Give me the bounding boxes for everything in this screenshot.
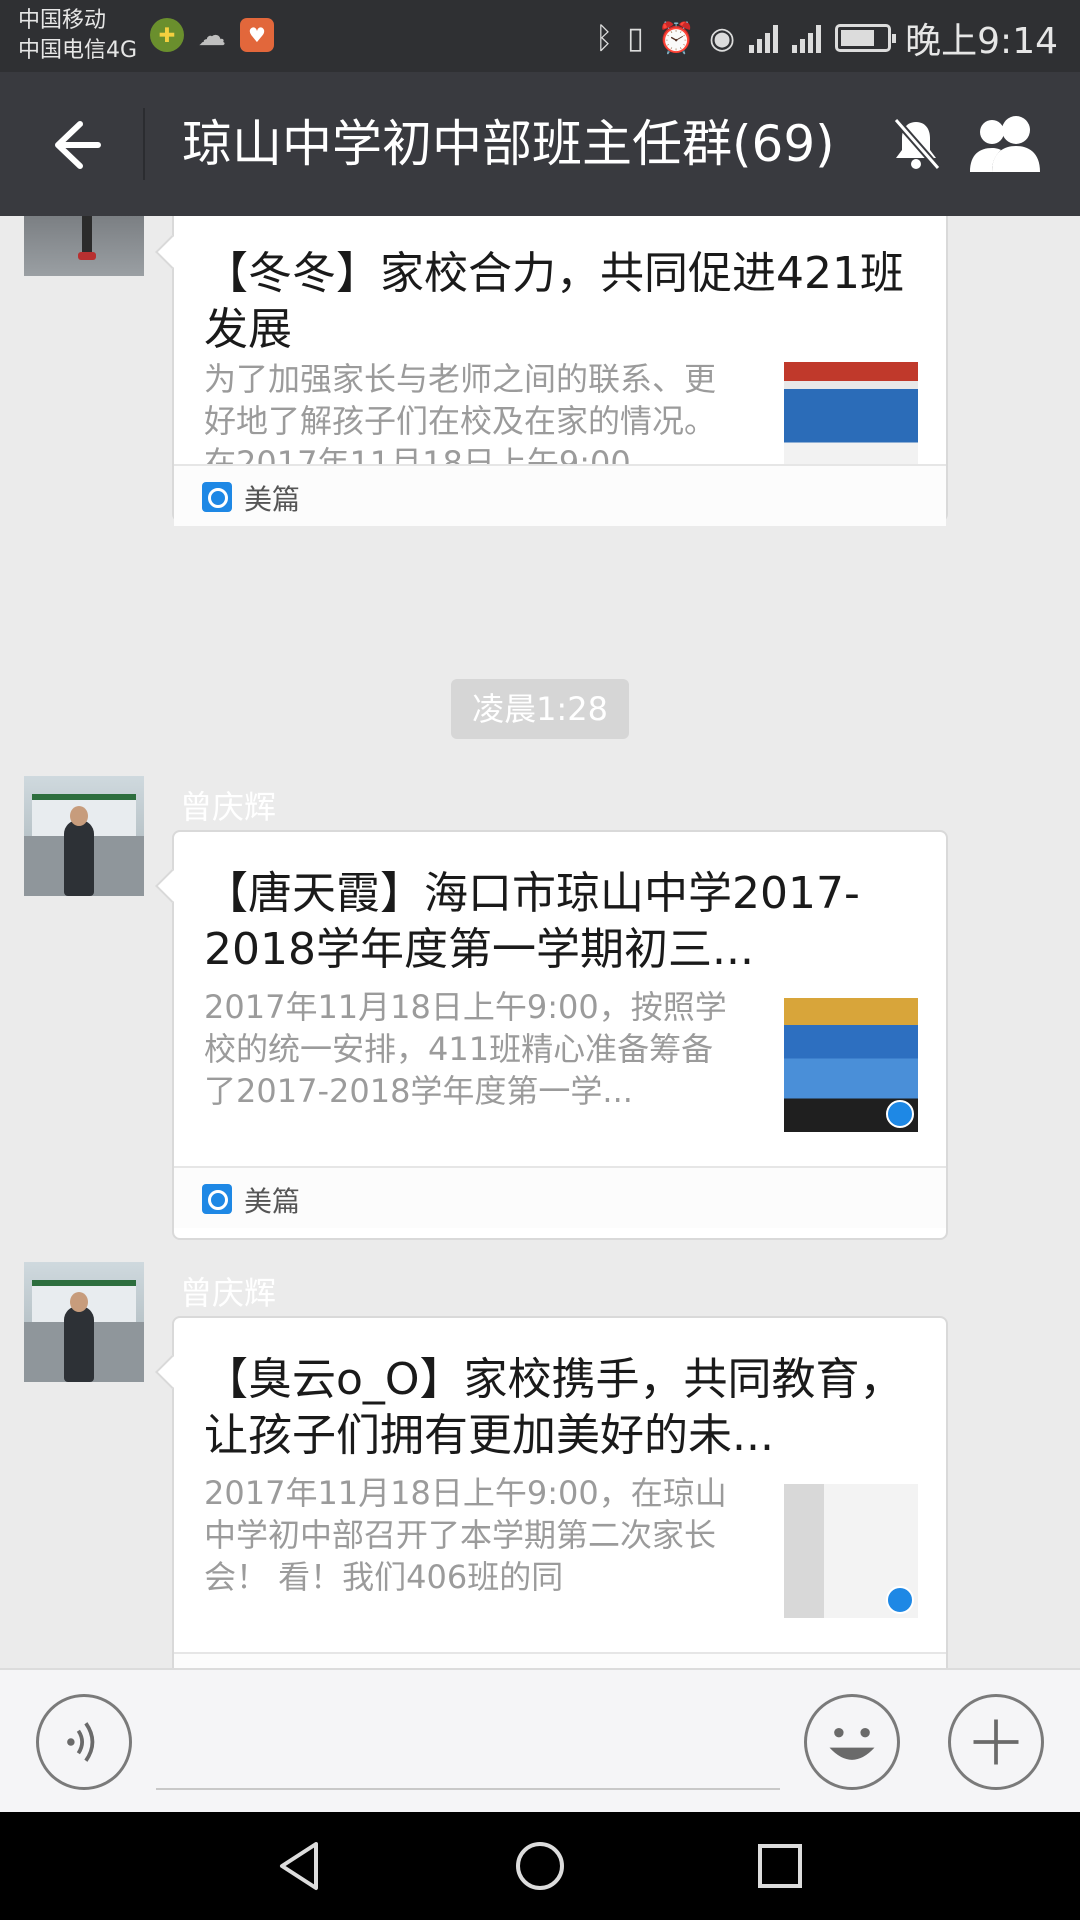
link-card-message[interactable]: 【冬冬】家校合力，共同促进421班发展 为了加强家长与老师之间的联系、更好地了解…	[172, 216, 948, 526]
group-title: 琼山中学初中部班主任群(69)	[182, 115, 835, 173]
link-card-message[interactable]: 【唐天霞】海口市琼山中学2017-2018学年度第一学期初三... 2017年1…	[172, 830, 948, 1240]
clock: 晚上9:14	[905, 21, 1058, 62]
card-footer: 美篇	[174, 1652, 946, 1668]
card-title: 【唐天霞】海口市琼山中学2017-2018学年度第一学期初三...	[204, 868, 860, 975]
signal-e-icon	[749, 23, 779, 53]
card-source: 美篇	[244, 1185, 301, 1218]
card-thumbnail	[784, 1484, 918, 1618]
bell-muted-icon	[893, 117, 941, 171]
card-thumbnail	[784, 998, 918, 1132]
card-footer: 美篇	[174, 464, 946, 526]
card-title: 【冬冬】家校合力，共同促进421班发展	[204, 248, 904, 355]
meipian-logo-icon	[202, 482, 232, 512]
eye-icon: ◉	[708, 20, 736, 56]
time-separator: 凌晨1:28	[451, 679, 629, 739]
card-title: 【臭云o_O】家校携手，共同教育，让孩子们拥有更加美好的未...	[204, 1354, 904, 1461]
emoji-icon[interactable]	[804, 1694, 900, 1790]
carrier-1: 中国移动	[18, 8, 107, 33]
sender-name: 曾庆辉	[180, 1274, 277, 1312]
avatar[interactable]	[24, 776, 144, 896]
card-source: 美篇	[244, 483, 301, 516]
nav-home-icon[interactable]	[508, 1834, 572, 1898]
carrier-2: 中国电信4G	[18, 38, 138, 63]
card-footer: 美篇	[174, 1166, 946, 1228]
orange-app-icon: ♥	[240, 18, 274, 52]
message-list[interactable]: 【冬冬】家校合力，共同促进421班发展 为了加强家长与老师之间的联系、更好地了解…	[0, 216, 1080, 1668]
message-input[interactable]	[156, 1788, 780, 1790]
meipian-badge-icon	[886, 1100, 914, 1128]
chat-header: 琼山中学初中部班主任群(69)	[0, 72, 1080, 216]
back-arrow-icon[interactable]	[40, 110, 110, 180]
system-nav-bar	[0, 1812, 1080, 1920]
header-divider	[143, 108, 145, 180]
avatar[interactable]	[24, 216, 144, 276]
plus-icon[interactable]	[948, 1694, 1044, 1790]
signal-4g-icon	[792, 23, 822, 53]
meipian-badge-icon	[886, 1586, 914, 1614]
link-card-message[interactable]: 【臭云o_O】家校携手，共同教育，让孩子们拥有更加美好的未... 2017年11…	[172, 1316, 948, 1668]
nav-recents-icon[interactable]	[748, 1834, 812, 1898]
carrier-info: 中国移动 中国电信4G	[18, 6, 137, 66]
meipian-logo-icon	[202, 1184, 232, 1214]
cloud-icon: ☁	[198, 18, 226, 52]
voice-input-icon[interactable]	[36, 1694, 132, 1790]
green-app-icon: ✚	[150, 18, 184, 52]
card-description: 2017年11月18日上午9:00，按照学校的统一安排，411班精心准备筹备了2…	[204, 988, 727, 1110]
input-bar	[0, 1668, 1080, 1812]
card-description: 2017年11月18日上午9:00，在琼山中学初中部召开了本学期第二次家长会！ …	[204, 1474, 727, 1596]
avatar[interactable]	[24, 1262, 144, 1382]
status-bar: 中国移动 中国电信4G ✚ ☁ ♥ ᛒ ▯ ⏰ ◉ 晚上9:14	[0, 0, 1080, 72]
nav-back-icon[interactable]	[268, 1834, 332, 1898]
group-members-icon[interactable]	[966, 110, 1050, 176]
vibrate-icon: ▯	[627, 20, 644, 56]
alarm-icon: ⏰	[657, 20, 695, 56]
bluetooth-icon: ᛒ	[595, 20, 614, 56]
battery-icon	[835, 24, 897, 52]
sender-name: 曾庆辉	[180, 788, 277, 826]
